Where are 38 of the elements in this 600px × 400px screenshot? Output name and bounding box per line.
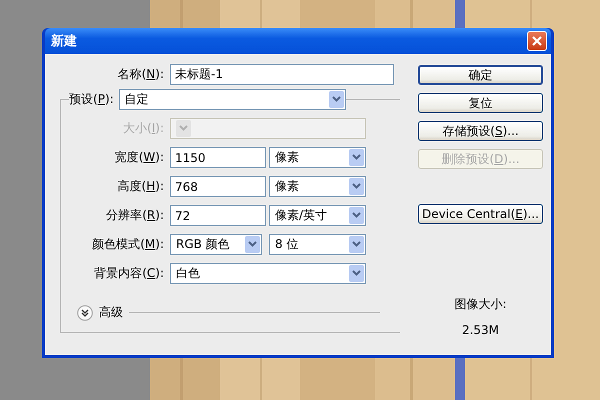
window-title: 新建 [51, 32, 77, 50]
dropdown[interactable]: 像素/英寸 [269, 205, 366, 226]
dialog-button[interactable]: 确定 [418, 65, 543, 85]
field-label: 背景内容(C): [93, 265, 165, 282]
chevron-down-icon [349, 178, 364, 195]
dropdown[interactable]: 像素 [269, 147, 366, 168]
dropdown[interactable]: 自定 [118, 89, 346, 110]
field-label: 分辨率(R): [105, 207, 165, 224]
chevron-down-icon [176, 120, 191, 137]
dropdown[interactable]: 像素 [269, 176, 366, 197]
chevron-down-icon [328, 91, 344, 108]
number-field[interactable]: 72 [170, 205, 266, 226]
advanced-toggle[interactable]: 高级 [77, 304, 123, 321]
field-label: 预设(P): [69, 91, 115, 108]
field-label: 名称(N): [116, 66, 165, 83]
chevron-down-icon [349, 149, 364, 166]
chevron-down-icon [349, 265, 364, 282]
dropdown[interactable]: 8 位 [269, 234, 366, 255]
chevron-down-icon [349, 207, 364, 224]
dialog-button[interactable]: 复位 [418, 93, 543, 113]
field-label: 颜色模式(M): [91, 236, 165, 253]
chevron-down-icon [77, 304, 93, 320]
image-size-value: 2.53M [462, 323, 500, 337]
field-label: 大小(I): [122, 120, 165, 137]
chevron-down-icon [349, 236, 364, 253]
dropdown[interactable]: RGB 颜色 [170, 234, 262, 255]
close-button[interactable] [527, 31, 547, 51]
chevron-down-icon [245, 236, 260, 253]
dialog-button[interactable]: Device Central(E)... [418, 204, 543, 224]
field-label: 宽度(W): [114, 149, 165, 166]
number-field[interactable]: 1150 [170, 147, 266, 168]
name-field[interactable]: 未标题-1 [170, 64, 394, 85]
field-label: 高度(H): [116, 178, 165, 195]
dropdown[interactable]: 白色 [170, 263, 366, 284]
number-field[interactable]: 768 [170, 176, 266, 197]
image-size-label: 图像大小: [454, 296, 507, 313]
close-icon [531, 35, 543, 47]
dialog-button[interactable]: 存储预设(S)... [418, 121, 543, 141]
